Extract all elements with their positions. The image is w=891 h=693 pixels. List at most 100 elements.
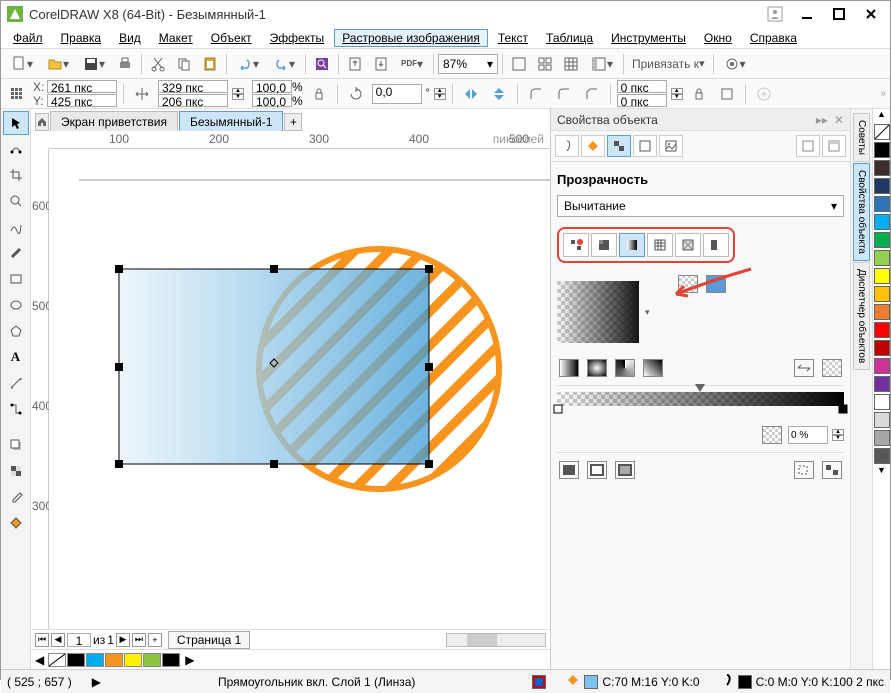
grad-radial[interactable] <box>587 359 607 377</box>
palette-next[interactable]: ▶ <box>185 653 194 667</box>
user-icon[interactable] <box>762 4 788 24</box>
shape-tool[interactable] <box>3 137 29 161</box>
menu-file[interactable]: Файл <box>5 29 51 47</box>
eyedropper-tool[interactable] <box>3 485 29 509</box>
side-tips[interactable]: Советы <box>853 113 870 162</box>
apply-fill[interactable] <box>559 461 579 479</box>
copy-trans[interactable] <box>794 461 814 479</box>
page-tab[interactable]: Страница 1 <box>168 631 250 649</box>
swatch[interactable] <box>124 653 142 667</box>
tabs-home-icon[interactable] <box>35 113 49 131</box>
type-bitmap[interactable] <box>675 233 701 257</box>
y-pos[interactable]: 425 пкс <box>47 94 117 107</box>
corner-round-icon[interactable] <box>524 82 548 106</box>
page-first[interactable]: ⏮ <box>35 633 49 647</box>
menu-text[interactable]: Текст <box>490 29 536 47</box>
export-button[interactable] <box>369 52 393 76</box>
swatch[interactable] <box>67 653 85 667</box>
fill-swatch[interactable] <box>584 675 598 689</box>
open-button[interactable]: ▾ <box>41 52 75 76</box>
freehand-tool[interactable] <box>3 215 29 239</box>
corner-1[interactable]: 0 пкс <box>617 80 667 93</box>
palette-prev[interactable]: ◀ <box>35 653 44 667</box>
drop-shadow-tool[interactable] <box>3 433 29 457</box>
mirror-v-button[interactable] <box>487 82 511 106</box>
gradient-preview[interactable] <box>557 281 639 343</box>
node-trans[interactable] <box>762 426 782 444</box>
gradient-editor[interactable] <box>557 392 844 406</box>
text-tool[interactable]: A <box>3 345 29 369</box>
overflow-button[interactable]: » <box>880 88 886 99</box>
tab-add[interactable]: + <box>284 113 302 131</box>
edit-trans[interactable] <box>822 461 842 479</box>
status-next[interactable]: ▶ <box>92 675 101 689</box>
no-color[interactable] <box>48 653 66 667</box>
side-props[interactable]: Свойства объекта <box>853 163 870 261</box>
apply-outline[interactable] <box>587 461 607 479</box>
undo-button[interactable]: ▾ <box>231 52 265 76</box>
menu-table[interactable]: Таблица <box>538 29 601 47</box>
view-mode-2[interactable] <box>822 135 846 157</box>
h-scrollbar[interactable] <box>446 633 546 647</box>
print-button[interactable] <box>113 52 137 76</box>
corner-chamfer-icon[interactable] <box>580 82 604 106</box>
grad-conical[interactable] <box>615 359 635 377</box>
dockers-button[interactable]: ▾ <box>585 52 619 76</box>
rectangle-tool[interactable] <box>3 267 29 291</box>
transparency-tab[interactable] <box>607 135 631 157</box>
grad-square[interactable] <box>643 359 663 377</box>
panel-undock[interactable]: ▸▸ <box>816 113 828 127</box>
canvas[interactable] <box>49 149 550 629</box>
artistic-media-tool[interactable] <box>3 241 29 265</box>
options-button[interactable]: ▾ <box>718 52 752 76</box>
apply-both[interactable] <box>615 461 635 479</box>
save-button[interactable]: ▾ <box>77 52 111 76</box>
swatch[interactable] <box>162 653 180 667</box>
mirror-h-button[interactable] <box>459 82 483 106</box>
swatch[interactable] <box>105 653 123 667</box>
scale-y[interactable]: 100,0 <box>252 94 292 107</box>
fill-tool[interactable] <box>3 511 29 535</box>
page-last[interactable]: ⏭ <box>132 633 146 647</box>
minimize-button[interactable] <box>794 4 820 24</box>
preview-dropdown[interactable]: ▾ <box>645 307 650 318</box>
new-button[interactable]: ▾ <box>5 52 39 76</box>
lock-ratio[interactable] <box>307 82 331 106</box>
rotation-field[interactable]: 0,0 <box>372 84 422 104</box>
swatch[interactable] <box>86 653 104 667</box>
copy-button[interactable] <box>172 52 196 76</box>
height-field[interactable]: 206 пкс <box>158 94 228 107</box>
outline-icon[interactable] <box>720 673 734 690</box>
page-prev[interactable]: ◀ <box>51 633 65 647</box>
polygon-tool[interactable] <box>3 319 29 343</box>
paste-button[interactable] <box>198 52 222 76</box>
search-button[interactable] <box>310 52 334 76</box>
menu-edit[interactable]: Правка <box>53 29 110 47</box>
parallel-dim-tool[interactable] <box>3 371 29 395</box>
zoom-level[interactable]: 87%▾ <box>438 54 498 74</box>
no-color[interactable] <box>874 124 890 140</box>
import-button[interactable] <box>343 52 367 76</box>
type-fountain[interactable] <box>619 233 645 257</box>
bitmap-tab[interactable] <box>659 135 683 157</box>
grad-opt[interactable] <box>822 359 842 377</box>
frame-tab[interactable] <box>633 135 657 157</box>
menu-bitmaps[interactable]: Растровые изображения <box>334 29 488 47</box>
tab-document[interactable]: Безымянный-1 <box>179 111 283 131</box>
blend-mode-combo[interactable]: Вычитание▾ <box>557 195 844 217</box>
page-add[interactable]: + <box>148 633 162 647</box>
pdf-button[interactable]: PDF▾ <box>395 52 429 76</box>
outline-tab[interactable] <box>555 135 579 157</box>
redo-button[interactable]: ▾ <box>267 52 301 76</box>
type-none[interactable] <box>563 233 589 257</box>
fill-tab[interactable] <box>581 135 605 157</box>
palette-down[interactable]: ▼ <box>873 465 890 479</box>
type-uniform[interactable] <box>591 233 617 257</box>
grad-reverse[interactable] <box>794 359 814 377</box>
crop-tool[interactable] <box>3 163 29 187</box>
menu-view[interactable]: Вид <box>111 29 149 47</box>
lock-corners[interactable] <box>687 82 711 106</box>
x-pos[interactable]: 261 пкс <box>47 80 117 93</box>
menu-layout[interactable]: Макет <box>151 29 201 47</box>
menu-object[interactable]: Объект <box>203 29 260 47</box>
